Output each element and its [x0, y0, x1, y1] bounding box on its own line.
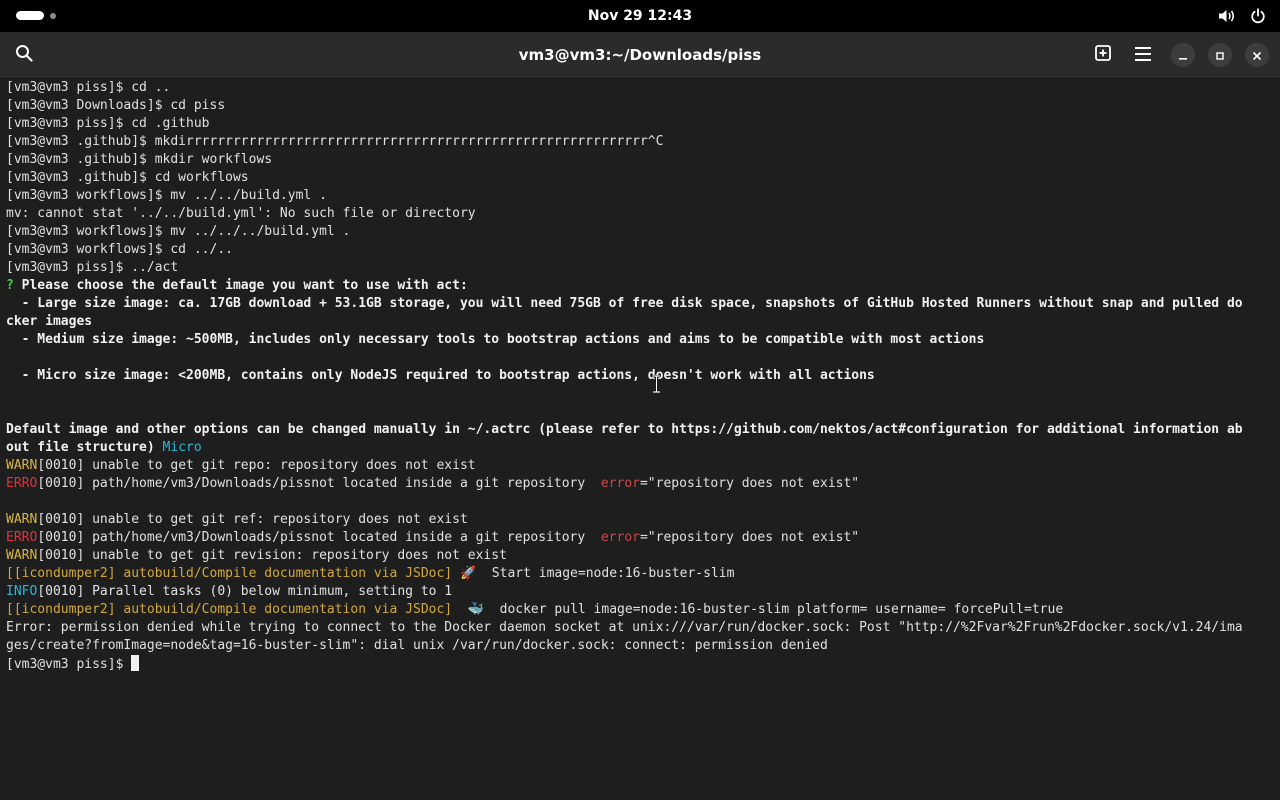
new-tab-icon [1095, 45, 1111, 65]
text-cursor [131, 655, 140, 671]
job-line: [[icondumper2] autobuild/Compile documen… [6, 565, 1274, 583]
search-icon [15, 44, 33, 66]
option-large-wrap[interactable]: cker images [6, 313, 1274, 331]
info-tag: INFO [6, 584, 38, 599]
system-tray[interactable] [1218, 0, 1266, 32]
terminal-line: [vm3@vm3 workflows]$ mv ../../build.yml … [6, 188, 327, 203]
close-button[interactable] [1245, 43, 1269, 67]
terminal-output[interactable]: [vm3@vm3 piss]$ cd .. [vm3@vm3 Downloads… [6, 79, 1274, 673]
power-icon[interactable] [1250, 8, 1266, 24]
erro-tag: ERRO [6, 476, 38, 491]
log-text: ="repository does not exist" [639, 530, 860, 545]
log-line: WARN[0010] unable to get git ref: reposi… [6, 511, 1274, 529]
top-bar: Nov 29 12:43 [0, 0, 1280, 32]
log-text: ="repository does not exist" [639, 476, 860, 491]
minimize-button[interactable] [1171, 43, 1195, 67]
prompt-question-line: ? Please choose the default image you wa… [6, 277, 1274, 295]
error-line: ges/create?fromImage=node&tag=16-buster-… [6, 638, 828, 653]
warn-tag: WARN [6, 458, 38, 473]
error-line: Error: permission denied while trying to… [6, 620, 1243, 635]
log-text: [0010] unable to get git ref: repository… [37, 512, 468, 527]
terminal-line: [vm3@vm3 Downloads]$ cd piss [6, 98, 226, 113]
log-text: [0010] unable to get git revision: repos… [37, 548, 507, 563]
job-name: [[icondumper2] autobuild/Compile documen… [6, 602, 453, 617]
close-icon [1252, 46, 1262, 65]
window-title-container: vm3@vm3:~/Downloads/piss [0, 32, 1280, 78]
option-micro[interactable]: - Micro size image: <200MB, contains onl… [6, 367, 1274, 385]
mouse-ibeam-icon [652, 374, 661, 397]
log-text: [0010] path/home/vm3/Downloads/pissnot l… [37, 476, 601, 491]
maximize-icon [1215, 46, 1225, 65]
terminal-line: mv: cannot stat '../../build.yml': No su… [6, 206, 476, 221]
activities-button[interactable] [16, 11, 56, 20]
terminal-line: [vm3@vm3 .github]$ mkdir workflows [6, 152, 273, 167]
maximize-button[interactable] [1208, 43, 1232, 67]
workspace-indicator-active[interactable] [16, 11, 44, 20]
terminal-line: [vm3@vm3 piss]$ cd .. [6, 80, 171, 95]
log-line: INFO[0010] Parallel tasks (0) below mini… [6, 583, 1274, 601]
job-name: [[icondumper2] autobuild/Compile documen… [6, 566, 453, 581]
workspace-indicator[interactable] [50, 12, 56, 19]
option-large[interactable]: - Large size image: ca. 17GB download + … [6, 295, 1274, 313]
terminal-line: [vm3@vm3 .github]$ mkdirrrrrrrrrrrrrrrrr… [6, 134, 664, 149]
minimize-icon [1178, 46, 1188, 65]
new-tab-button[interactable] [1089, 41, 1117, 69]
terminal-line: [vm3@vm3 workflows]$ cd ../.. [6, 242, 233, 257]
terminal-headerbar: vm3@vm3:~/Downloads/piss [0, 32, 1280, 79]
terminal-line: [vm3@vm3 piss]$ cd .github [6, 116, 210, 131]
prompt-text: [vm3@vm3 piss]$ [6, 657, 132, 672]
warn-tag: WARN [6, 512, 38, 527]
volume-icon[interactable] [1218, 8, 1236, 24]
log-text: Start image=node:16-buster-slim [483, 566, 735, 581]
clock[interactable]: Nov 29 12:43 [588, 8, 692, 24]
erro-tag: ERRO [6, 530, 38, 545]
option-medium[interactable]: - Medium size image: ~500MB, includes on… [6, 331, 1274, 349]
window-title: vm3@vm3:~/Downloads/piss [518, 46, 762, 64]
log-line: ERRO[0010] path/home/vm3/Downloads/pissn… [6, 529, 1274, 547]
log-line: WARN[0010] unable to get git revision: r… [6, 547, 1274, 565]
log-text: [0010] Parallel tasks (0) below minimum,… [37, 584, 453, 599]
error-key: error [600, 530, 640, 545]
terminal-view[interactable]: [vm3@vm3 piss]$ cd .. [vm3@vm3 Downloads… [0, 79, 1280, 800]
warn-tag: WARN [6, 548, 38, 563]
terminal-line: [vm3@vm3 piss]$ ../act [6, 260, 179, 275]
docker-whale-icon: 🐳 [452, 602, 492, 617]
question-mark: ? [6, 278, 14, 293]
search-button[interactable] [10, 41, 38, 69]
answer-text: out file structure) [6, 440, 155, 455]
job-line: [[icondumper2] autobuild/Compile documen… [6, 601, 1274, 619]
question-text: Please choose the default image you want… [13, 278, 468, 293]
log-text: docker pull image=node:16-buster-slim pl… [491, 602, 1064, 617]
menu-button[interactable] [1129, 41, 1157, 69]
log-line: ERRO[0010] path/home/vm3/Downloads/pissn… [6, 475, 1274, 493]
selected-answer: Micro [154, 440, 202, 455]
log-text: [0010] unable to get git repo: repositor… [37, 458, 476, 473]
terminal-line: [vm3@vm3 .github]$ cd workflows [6, 170, 249, 185]
terminal-line: Default image and other options can be c… [6, 422, 1243, 437]
rocket-icon: 🚀 [452, 566, 484, 581]
log-text: [0010] path/home/vm3/Downloads/pissnot l… [37, 530, 601, 545]
error-key: error [600, 476, 640, 491]
clock-container: Nov 29 12:43 [0, 0, 1280, 32]
menu-icon [1135, 46, 1151, 65]
current-prompt[interactable]: [vm3@vm3 piss]$ [6, 655, 1274, 673]
log-line: WARN[0010] unable to get git repo: repos… [6, 457, 1274, 475]
prompt-answer-line: out file structure) Micro [6, 439, 1274, 457]
terminal-line: [vm3@vm3 workflows]$ mv ../../../build.y… [6, 224, 351, 239]
